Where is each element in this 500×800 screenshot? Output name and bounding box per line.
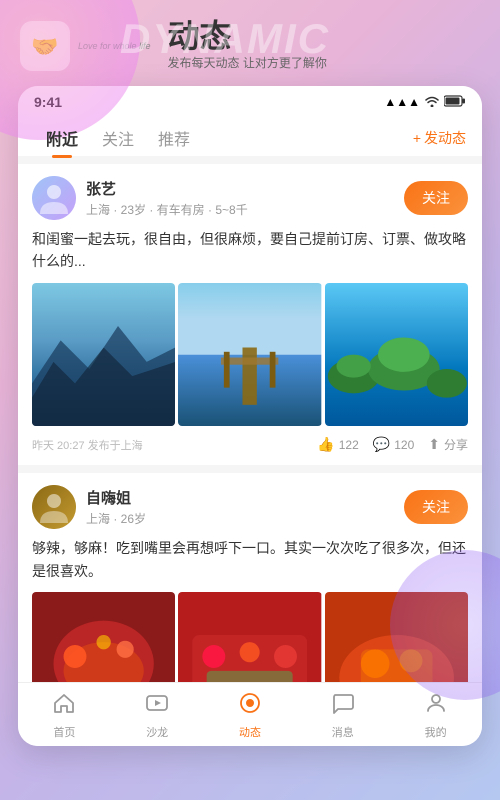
like-action[interactable]: 👍 122 (317, 436, 358, 453)
post-text: 够辣，够麻！吃到嘴里会再想呼下一口。其实一次次吃了很多次，但还是很喜欢。 (32, 537, 468, 582)
nav-label-salon: 沙龙 (146, 724, 168, 740)
signal-icon: ▲▲▲ (384, 95, 420, 109)
image-cell[interactable] (32, 592, 175, 682)
image-cell[interactable] (32, 283, 175, 426)
dynamic-bg-text: DYNAMIC (120, 15, 330, 63)
comment-action[interactable]: 💬 120 (373, 436, 414, 453)
image-cell[interactable] (178, 283, 321, 426)
nav-label-home: 首页 (53, 724, 75, 740)
nav-label-profile: 我的 (425, 724, 447, 740)
battery-icon (444, 95, 466, 110)
home-icon (52, 691, 76, 721)
dynamic-icon (238, 691, 262, 721)
post-footer: 昨天 20:27 发布于上海 👍 122 💬 120 ⬆ 分享 (32, 436, 468, 453)
nav-item-home[interactable]: 首页 (18, 691, 111, 740)
post-card: 张艺 上海 · 23岁 · 有车有房 · 5~8千 关注 和闺蜜一起去玩，很自由… (18, 164, 482, 465)
user-row: 张艺 上海 · 23岁 · 有车有房 · 5~8千 关注 (32, 176, 468, 220)
nav-tabs: 附近 关注 推荐 + 发动态 (18, 114, 482, 156)
user-row: 自嗨姐 上海 · 26岁 关注 (32, 485, 468, 529)
post-dynamic-button[interactable]: + 发动态 (413, 128, 466, 148)
follow-button[interactable]: 关注 (404, 181, 468, 215)
bottom-nav: 首页 沙龙 动态 (18, 682, 482, 746)
comment-icon: 💬 (373, 436, 390, 453)
nav-item-salon[interactable]: 沙龙 (111, 691, 204, 740)
user-name: 张艺 (86, 178, 404, 199)
post-text: 和闺蜜一起去玩，很自由，但很麻烦，要自己提前订房、订票、做攻略什么的... (32, 228, 468, 273)
follow-button[interactable]: 关注 (404, 490, 468, 524)
nav-label-message: 消息 (332, 724, 354, 740)
nav-item-dynamic[interactable]: 动态 (204, 691, 297, 740)
nav-item-message[interactable]: 消息 (296, 691, 389, 740)
image-cell[interactable] (325, 283, 468, 426)
tab-recommend[interactable]: 推荐 (146, 120, 202, 156)
avatar[interactable] (32, 485, 76, 529)
like-count: 122 (339, 438, 359, 452)
user-name: 自嗨姐 (86, 487, 404, 508)
share-icon: ⬆ (428, 436, 440, 453)
salon-icon (145, 691, 169, 721)
post-label: 发动态 (424, 128, 466, 148)
post-time: 昨天 20:27 发布于上海 (32, 437, 313, 453)
header-title-area: DYNAMIC 动态 发布每天动态 让对方更了解你 (168, 20, 327, 71)
nav-label-dynamic: 动态 (239, 724, 261, 740)
user-meta: 上海 · 26岁 (86, 510, 404, 527)
post-actions: 👍 122 💬 120 ⬆ 分享 (317, 436, 468, 453)
tab-follow[interactable]: 关注 (90, 120, 146, 156)
message-icon (331, 691, 355, 721)
like-icon: 👍 (317, 436, 334, 453)
post-images (32, 283, 468, 426)
user-info: 自嗨姐 上海 · 26岁 (86, 487, 404, 527)
wifi-icon (424, 95, 440, 110)
share-action[interactable]: ⬆ 分享 (428, 436, 468, 453)
tab-nearby[interactable]: 附近 (34, 120, 90, 156)
share-label: 分享 (444, 436, 468, 453)
comment-count: 120 (394, 438, 414, 452)
image-cell[interactable] (178, 592, 321, 682)
avatar[interactable] (32, 176, 76, 220)
status-icons: ▲▲▲ (384, 95, 466, 110)
user-meta: 上海 · 23岁 · 有车有房 · 5~8千 (86, 201, 404, 218)
plus-icon: + (413, 130, 421, 146)
user-info: 张艺 上海 · 23岁 · 有车有房 · 5~8千 (86, 178, 404, 218)
